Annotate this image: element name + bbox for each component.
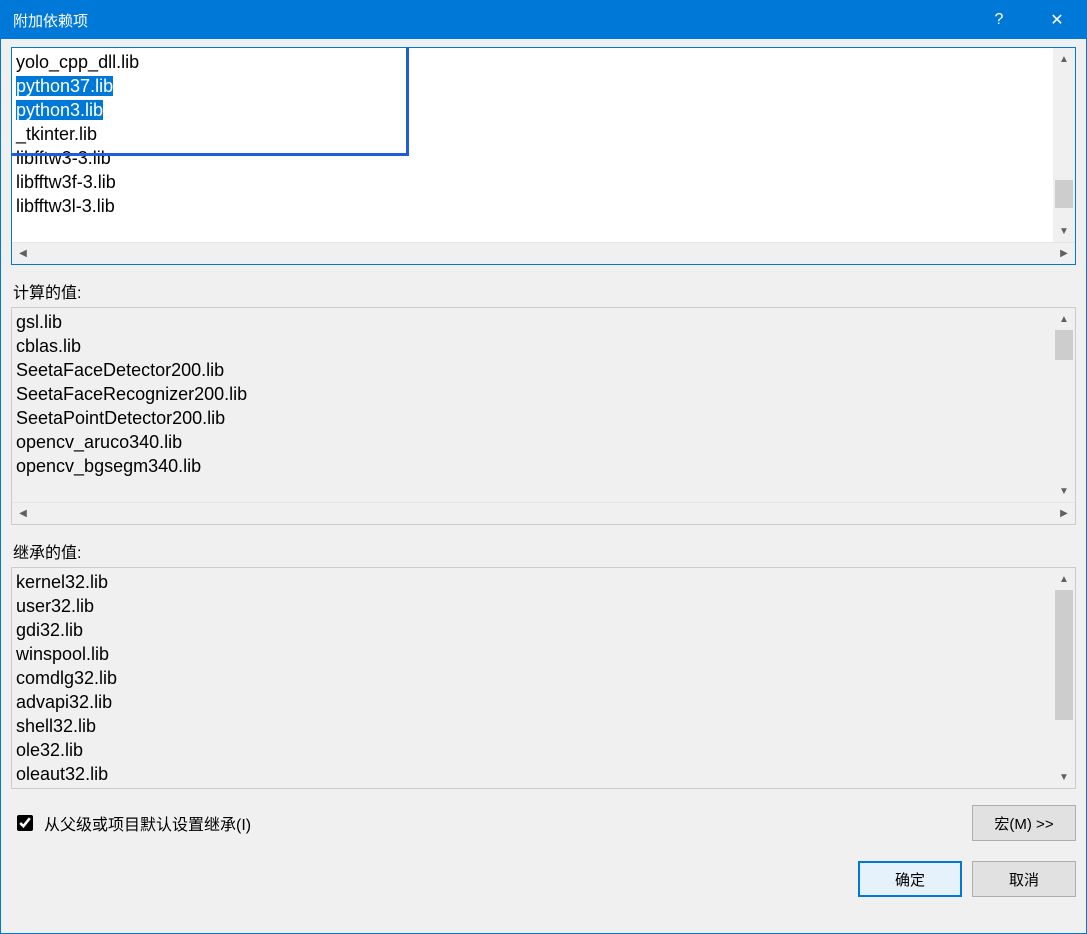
inherited-values-content: kernel32.lib user32.lib gdi32.lib winspo… [12,568,1053,786]
dialog-buttons: 确定 取消 [11,861,1076,897]
computed-values-content: gsl.lib cblas.lib SeetaFaceDetector200.l… [12,308,1053,478]
inherit-checkbox-label: 从父级或项目默认设置继承(I) [44,811,251,835]
list-item: ole32.lib [16,738,1053,762]
dialog-body: yolo_cpp_dll.lib python37.lib python3.li… [1,39,1086,933]
titlebar: 附加依赖项 ? ✕ [1,1,1086,39]
scroll-right-icon[interactable]: ▶ [1053,243,1075,265]
inherit-checkbox-input[interactable] [17,815,33,831]
list-item: oleaut32.lib [16,762,1053,786]
list-item: opencv_bgsegm340.lib [16,454,1053,478]
close-button[interactable]: ✕ [1028,1,1086,39]
macros-button[interactable]: 宏(M) >> [972,805,1076,841]
editor-line: libfftw3l-3.lib [16,194,1053,218]
scrollbar-track[interactable] [1053,590,1075,766]
scrollbar-track[interactable] [34,243,1053,264]
list-item: user32.lib [16,594,1053,618]
list-item: advapi32.lib [16,690,1053,714]
scroll-right-icon[interactable]: ▶ [1053,503,1075,525]
list-item: comdlg32.lib [16,666,1053,690]
dialog-window: 附加依赖项 ? ✕ yolo_cpp_dll.lib python37.lib … [0,0,1087,934]
inherit-checkbox[interactable]: 从父级或项目默认设置继承(I) [13,811,251,835]
scroll-up-icon[interactable]: ▲ [1053,308,1075,330]
list-item: shell32.lib [16,714,1053,738]
vertical-scrollbar[interactable]: ▲ ▼ [1053,48,1075,242]
editor-line: libfftw3-3.lib [16,146,1053,170]
scroll-up-icon[interactable]: ▲ [1053,568,1075,590]
scroll-down-icon[interactable]: ▼ [1053,220,1075,242]
list-item: opencv_aruco340.lib [16,430,1053,454]
help-button[interactable]: ? [970,1,1028,39]
list-item: SeetaFaceDetector200.lib [16,358,1053,382]
scroll-left-icon[interactable]: ◀ [12,503,34,525]
horizontal-scrollbar[interactable]: ◀ ▶ [12,502,1075,524]
editor-line: python37.lib [16,74,1053,98]
scrollbar-thumb[interactable] [1055,330,1073,360]
ok-button[interactable]: 确定 [858,861,962,897]
window-title: 附加依赖项 [13,10,970,31]
list-item: winspool.lib [16,642,1053,666]
cancel-button[interactable]: 取消 [972,861,1076,897]
vertical-scrollbar[interactable]: ▲ ▼ [1053,568,1075,788]
scroll-left-icon[interactable]: ◀ [12,243,34,265]
editor-line: libfftw3f-3.lib [16,170,1053,194]
scrollbar-track[interactable] [34,503,1053,524]
computed-values-box: gsl.lib cblas.lib SeetaFaceDetector200.l… [11,307,1076,525]
list-item: gsl.lib [16,310,1053,334]
list-item: kernel32.lib [16,570,1053,594]
inherited-values-box: kernel32.lib user32.lib gdi32.lib winspo… [11,567,1076,789]
editor-content[interactable]: yolo_cpp_dll.lib python37.lib python3.li… [12,48,1053,242]
scroll-up-icon[interactable]: ▲ [1053,48,1075,70]
computed-values-label: 计算的值: [13,279,1076,303]
editor-line: yolo_cpp_dll.lib [16,50,1053,74]
scrollbar-thumb[interactable] [1055,180,1073,208]
list-item: gdi32.lib [16,618,1053,642]
editor-line: python3.lib [16,98,1053,122]
horizontal-scrollbar[interactable]: ◀ ▶ [12,242,1075,264]
help-icon: ? [995,11,1004,29]
scrollbar-thumb[interactable] [1055,590,1073,720]
editor-line: _tkinter.lib [16,122,1053,146]
list-item: cblas.lib [16,334,1053,358]
options-row: 从父级或项目默认设置继承(I) 宏(M) >> [11,803,1076,843]
close-icon: ✕ [1050,10,1063,30]
scrollbar-track[interactable] [1053,330,1075,480]
scrollbar-track[interactable] [1053,70,1075,220]
dependencies-editor[interactable]: yolo_cpp_dll.lib python37.lib python3.li… [11,47,1076,265]
scroll-down-icon[interactable]: ▼ [1053,480,1075,502]
list-item: SeetaPointDetector200.lib [16,406,1053,430]
scroll-down-icon[interactable]: ▼ [1053,766,1075,788]
inherited-values-label: 继承的值: [13,539,1076,563]
vertical-scrollbar[interactable]: ▲ ▼ [1053,308,1075,502]
list-item: SeetaFaceRecognizer200.lib [16,382,1053,406]
